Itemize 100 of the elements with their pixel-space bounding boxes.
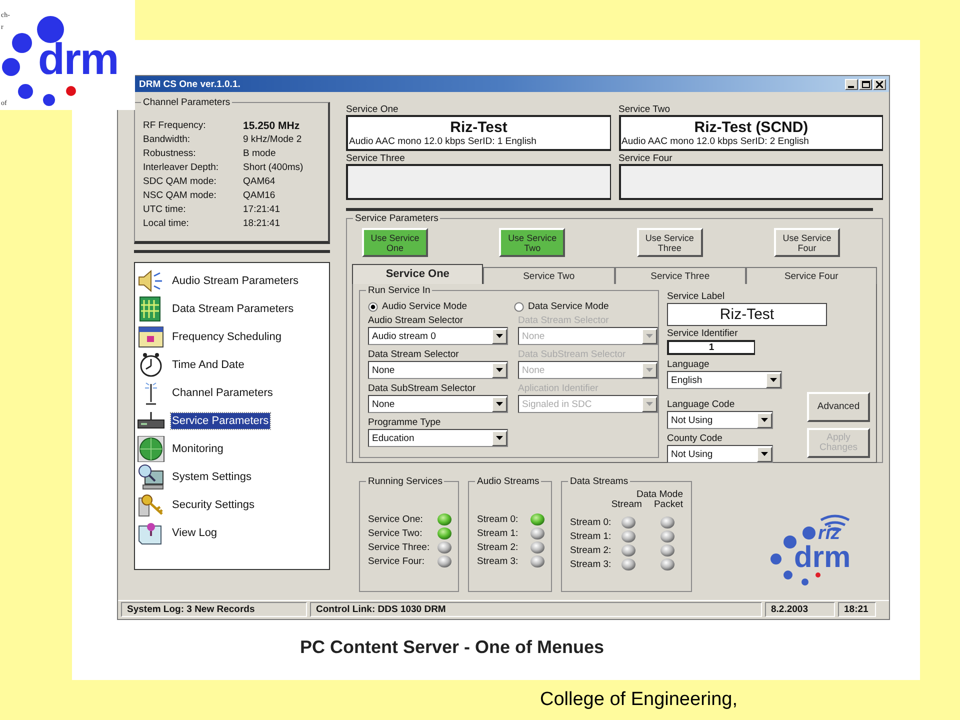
nav-item[interactable]: View Log <box>171 525 218 541</box>
column-header: Stream <box>611 500 642 510</box>
service-identifier-field[interactable]: 1 <box>667 340 755 355</box>
nav-item[interactable]: Channel Parameters <box>171 385 274 401</box>
group-title: Running Services <box>366 476 444 487</box>
close-icon <box>876 80 883 88</box>
parameter-value: Short (400ms) <box>243 161 304 175</box>
status-label: Service Four: <box>368 556 426 566</box>
parameter-value: QAM16 <box>243 189 276 203</box>
service-info: Audio AAC mono 12.0 kbps SerID: 1 English <box>348 136 536 147</box>
logo-dot <box>12 33 32 53</box>
caret-icon <box>496 368 503 372</box>
status-label: Service Three: <box>368 542 431 552</box>
use-service-button[interactable]: Use Service Three <box>636 228 703 257</box>
group-title: Data Streams <box>568 476 630 487</box>
service-label-field[interactable]: Riz-Test <box>667 303 827 326</box>
caret-icon <box>496 436 503 440</box>
dropdown[interactable]: English <box>667 371 782 389</box>
caret-icon <box>496 402 503 406</box>
parameter-value: 17:21:41 <box>243 203 281 217</box>
tab[interactable]: Service Four <box>746 267 877 284</box>
radio-label[interactable]: Audio Service Mode <box>382 301 468 313</box>
speaker-icon <box>137 268 165 294</box>
status-label: Stream 0: <box>570 516 612 528</box>
nav-item[interactable]: Security Settings <box>171 497 256 513</box>
caret-icon <box>496 334 503 338</box>
radio-icon[interactable] <box>514 302 524 312</box>
parameter-label: UTC time: <box>143 203 187 217</box>
tab[interactable]: Service Two <box>483 267 614 284</box>
status-label: Stream 2: <box>477 542 520 552</box>
nav-item[interactable]: Service Parameters <box>171 413 270 429</box>
parameter-label: NSC QAM mode: <box>143 189 218 203</box>
group-title: Run Service In <box>366 285 432 296</box>
tab[interactable]: Service Three <box>614 267 746 284</box>
nav-item[interactable]: Monitoring <box>171 441 224 457</box>
status-label: Stream 1: <box>477 528 520 538</box>
parameter-label: Interleaver Depth: <box>143 161 220 175</box>
parameter-label: SDC QAM mode: <box>143 175 218 189</box>
parameter-value: 15.250 MHz <box>243 119 301 133</box>
service-title: Service Two <box>618 104 672 115</box>
column-header: Data Mode <box>636 490 683 500</box>
field-label: Data Stream Selector <box>368 348 460 361</box>
field-label: Programme Type <box>368 416 442 429</box>
parameter-label: Local time: <box>143 217 190 231</box>
window-title: DRM CS One ver.1.0.1. <box>139 78 240 90</box>
status-pane: 18:21 <box>838 602 876 617</box>
parameter-label: Bandwidth: <box>143 133 192 147</box>
status-label: Service Two: <box>368 528 424 538</box>
service-info: Audio AAC mono 12.0 kbps SerID: 2 English <box>620 136 809 147</box>
dropdown[interactable]: None <box>368 361 508 379</box>
caret-icon <box>646 334 653 338</box>
field-label: Service Label <box>667 290 726 303</box>
parameter-value: B mode <box>243 147 277 161</box>
nav-item[interactable]: System Settings <box>171 469 252 485</box>
close-button[interactable] <box>873 78 886 90</box>
dropdown[interactable]: Not Using <box>667 445 773 463</box>
group-title: Channel Parameters <box>141 97 232 108</box>
nav-item[interactable]: Data Stream Parameters <box>171 301 295 317</box>
parameter-label: RF Frequency: <box>143 119 207 133</box>
logo-text: drm <box>38 38 118 82</box>
radio-icon[interactable] <box>368 302 378 312</box>
maximize-button[interactable] <box>859 78 872 90</box>
logo-dot <box>2 58 20 76</box>
tab[interactable]: Service One <box>352 264 484 284</box>
field-label: Data SubStream Selector <box>368 382 477 395</box>
status-pane: Control Link: DDS 1030 DRM <box>310 602 762 617</box>
nav-item[interactable]: Audio Stream Parameters <box>171 273 300 289</box>
group-title: Service Parameters <box>353 213 440 224</box>
status-label: Stream 0: <box>477 514 520 524</box>
radar-icon <box>137 436 165 462</box>
column-header: Packet <box>654 500 683 510</box>
dropdown[interactable]: Not Using <box>667 411 773 429</box>
status-label: Stream 2: <box>570 544 612 556</box>
logo-dot <box>36 16 64 42</box>
dropdown[interactable]: None <box>368 395 508 413</box>
parameter-value: 9 kHz/Mode 2 <box>243 133 303 147</box>
action-button[interactable]: Advanced <box>807 392 870 422</box>
dropdown[interactable]: Audio stream 0 <box>368 327 508 345</box>
service-title: Service One <box>346 104 400 115</box>
use-service-button[interactable]: Use Service One <box>362 228 428 257</box>
use-service-button[interactable]: Use Service Four <box>774 228 840 257</box>
field-label: Language <box>667 358 710 371</box>
nav-item[interactable]: Frequency Scheduling <box>171 329 282 345</box>
slide-caption: PC Content Server - One of Menues <box>300 636 606 658</box>
radio-label[interactable]: Data Service Mode <box>528 301 609 313</box>
key-icon <box>137 492 165 518</box>
parameter-value: QAM64 <box>243 175 276 189</box>
status-label: Stream 3: <box>477 556 520 566</box>
use-service-button[interactable]: Use Service Two <box>499 228 566 257</box>
status-label: Service One: <box>368 514 424 524</box>
status-pane: System Log: 3 New Records <box>121 602 307 617</box>
group-title: Audio Streams <box>475 476 542 487</box>
status-label: Stream 1: <box>570 530 612 542</box>
minimize-button[interactable] <box>845 78 858 90</box>
status-pane: 8.2.2003 <box>765 602 835 617</box>
field-label: Audio Stream Selector <box>368 314 464 327</box>
caret-icon <box>646 402 653 406</box>
dropdown[interactable]: Education <box>368 429 508 447</box>
nav-item[interactable]: Time And Date <box>171 357 246 373</box>
caret-icon <box>761 452 768 456</box>
